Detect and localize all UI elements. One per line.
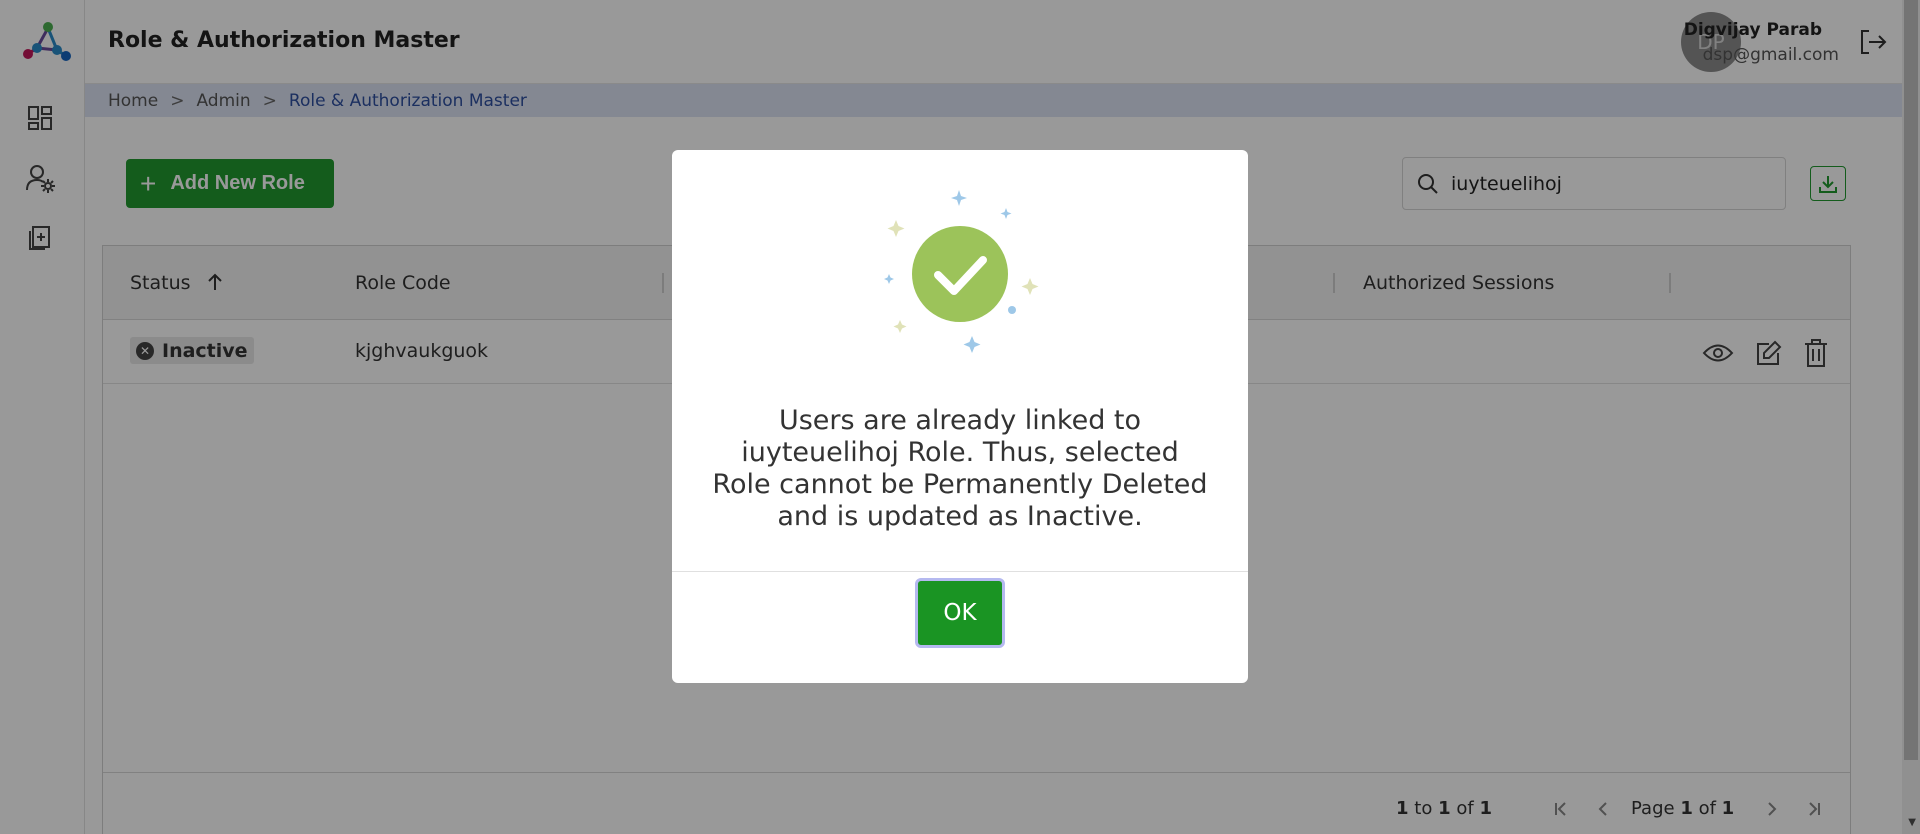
- dialog-message: Users are already linked to iuyteuelihoj…: [712, 405, 1208, 532]
- success-check-icon: [884, 190, 1039, 353]
- dialog-divider: [672, 571, 1248, 572]
- ok-button[interactable]: OK: [915, 578, 1005, 648]
- info-dialog: Users are already linked to iuyteuelihoj…: [672, 150, 1248, 683]
